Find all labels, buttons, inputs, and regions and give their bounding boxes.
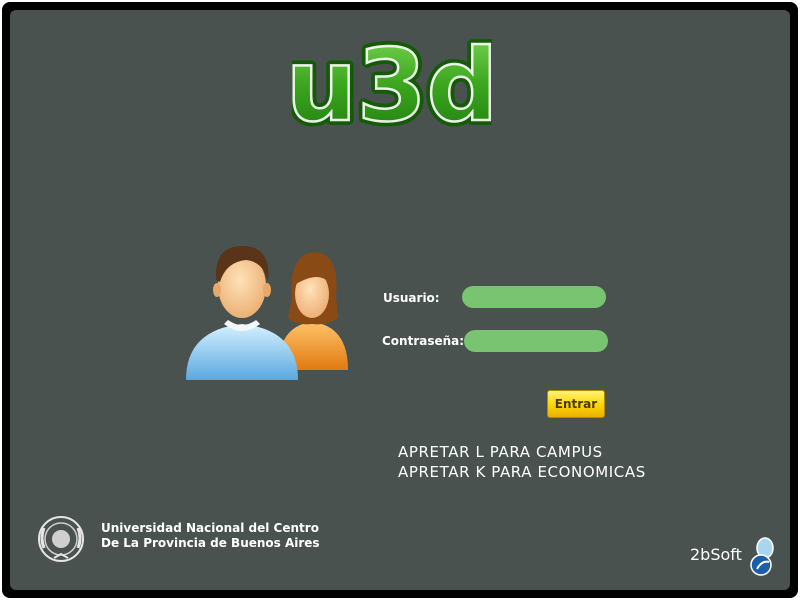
password-field[interactable]: [464, 330, 608, 352]
enter-button[interactable]: Entrar: [547, 390, 605, 418]
university-line-2: De La Provincia de Buenos Aires: [101, 536, 320, 550]
username-field[interactable]: [462, 286, 606, 308]
users-icon: [186, 246, 348, 380]
logo-text-outline: u3d: [292, 27, 492, 140]
username-label: Usuario:: [383, 291, 440, 305]
hint-economicas: APRETAR K PARA ECONOMICAS: [398, 463, 646, 481]
u3d-logo: u3d u3d: [292, 22, 492, 140]
university-seal-icon: [38, 516, 84, 562]
university-line-1: Universidad Nacional del Centro: [101, 521, 319, 535]
2bsoft-logo-icon: [750, 537, 774, 576]
password-label: Contraseña:: [382, 334, 465, 348]
brand-name: 2bSoft: [690, 545, 742, 564]
hint-campus: APRETAR L PARA CAMPUS: [398, 443, 603, 461]
